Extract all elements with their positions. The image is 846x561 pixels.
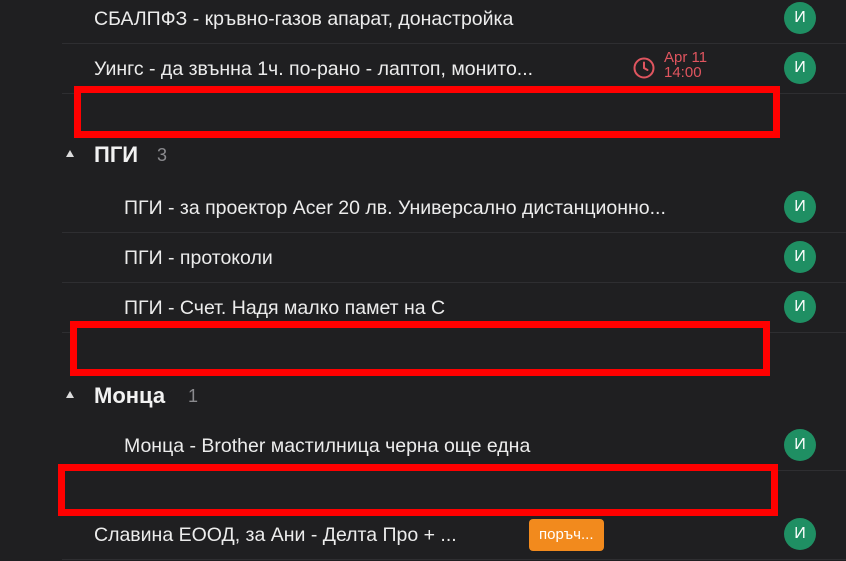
- highlight-box: [70, 321, 770, 376]
- collapse-caret-icon[interactable]: [66, 391, 74, 398]
- task-row[interactable]: ПГИ - протоколи И: [62, 233, 846, 283]
- task-title[interactable]: ПГИ - протоколи: [124, 233, 273, 283]
- task-row[interactable]: СБАЛПФЗ - кръвно-газов апарат, донастрой…: [62, 0, 846, 44]
- collapse-caret-icon[interactable]: [66, 150, 74, 157]
- task-row[interactable]: Славина ЕООД, за Ани - Делта Про + ... п…: [62, 510, 846, 560]
- task-title[interactable]: СБАЛПФЗ - кръвно-газов апарат, донастрой…: [94, 0, 513, 44]
- assignee-avatar[interactable]: И: [784, 241, 816, 273]
- due-time-label: 14:00: [664, 64, 702, 81]
- assignee-avatar[interactable]: И: [784, 291, 816, 323]
- tag-badge[interactable]: поръч...: [529, 519, 604, 551]
- group-count: 1: [188, 386, 199, 406]
- assignee-avatar[interactable]: И: [784, 429, 816, 461]
- task-title[interactable]: Славина ЕООД, за Ани - Делта Про + ...: [94, 510, 457, 560]
- assignee-avatar[interactable]: И: [784, 52, 816, 84]
- due-date-label: Apr 11: [664, 49, 708, 66]
- group-count: 3: [157, 145, 168, 165]
- assignee-avatar[interactable]: И: [784, 2, 816, 34]
- task-title[interactable]: ПГИ - за проектор Acer 20 лв. Универсалн…: [124, 183, 666, 233]
- task-row[interactable]: ПГИ - за проектор Acer 20 лв. Универсалн…: [62, 183, 846, 233]
- group-name: ПГИ: [94, 142, 139, 167]
- highlight-box: [74, 86, 780, 138]
- assignee-avatar[interactable]: И: [784, 518, 816, 550]
- group-name: Монца: [94, 383, 166, 408]
- highlight-box: [58, 464, 778, 516]
- assignee-avatar[interactable]: И: [784, 191, 816, 223]
- clock-icon: [633, 57, 655, 79]
